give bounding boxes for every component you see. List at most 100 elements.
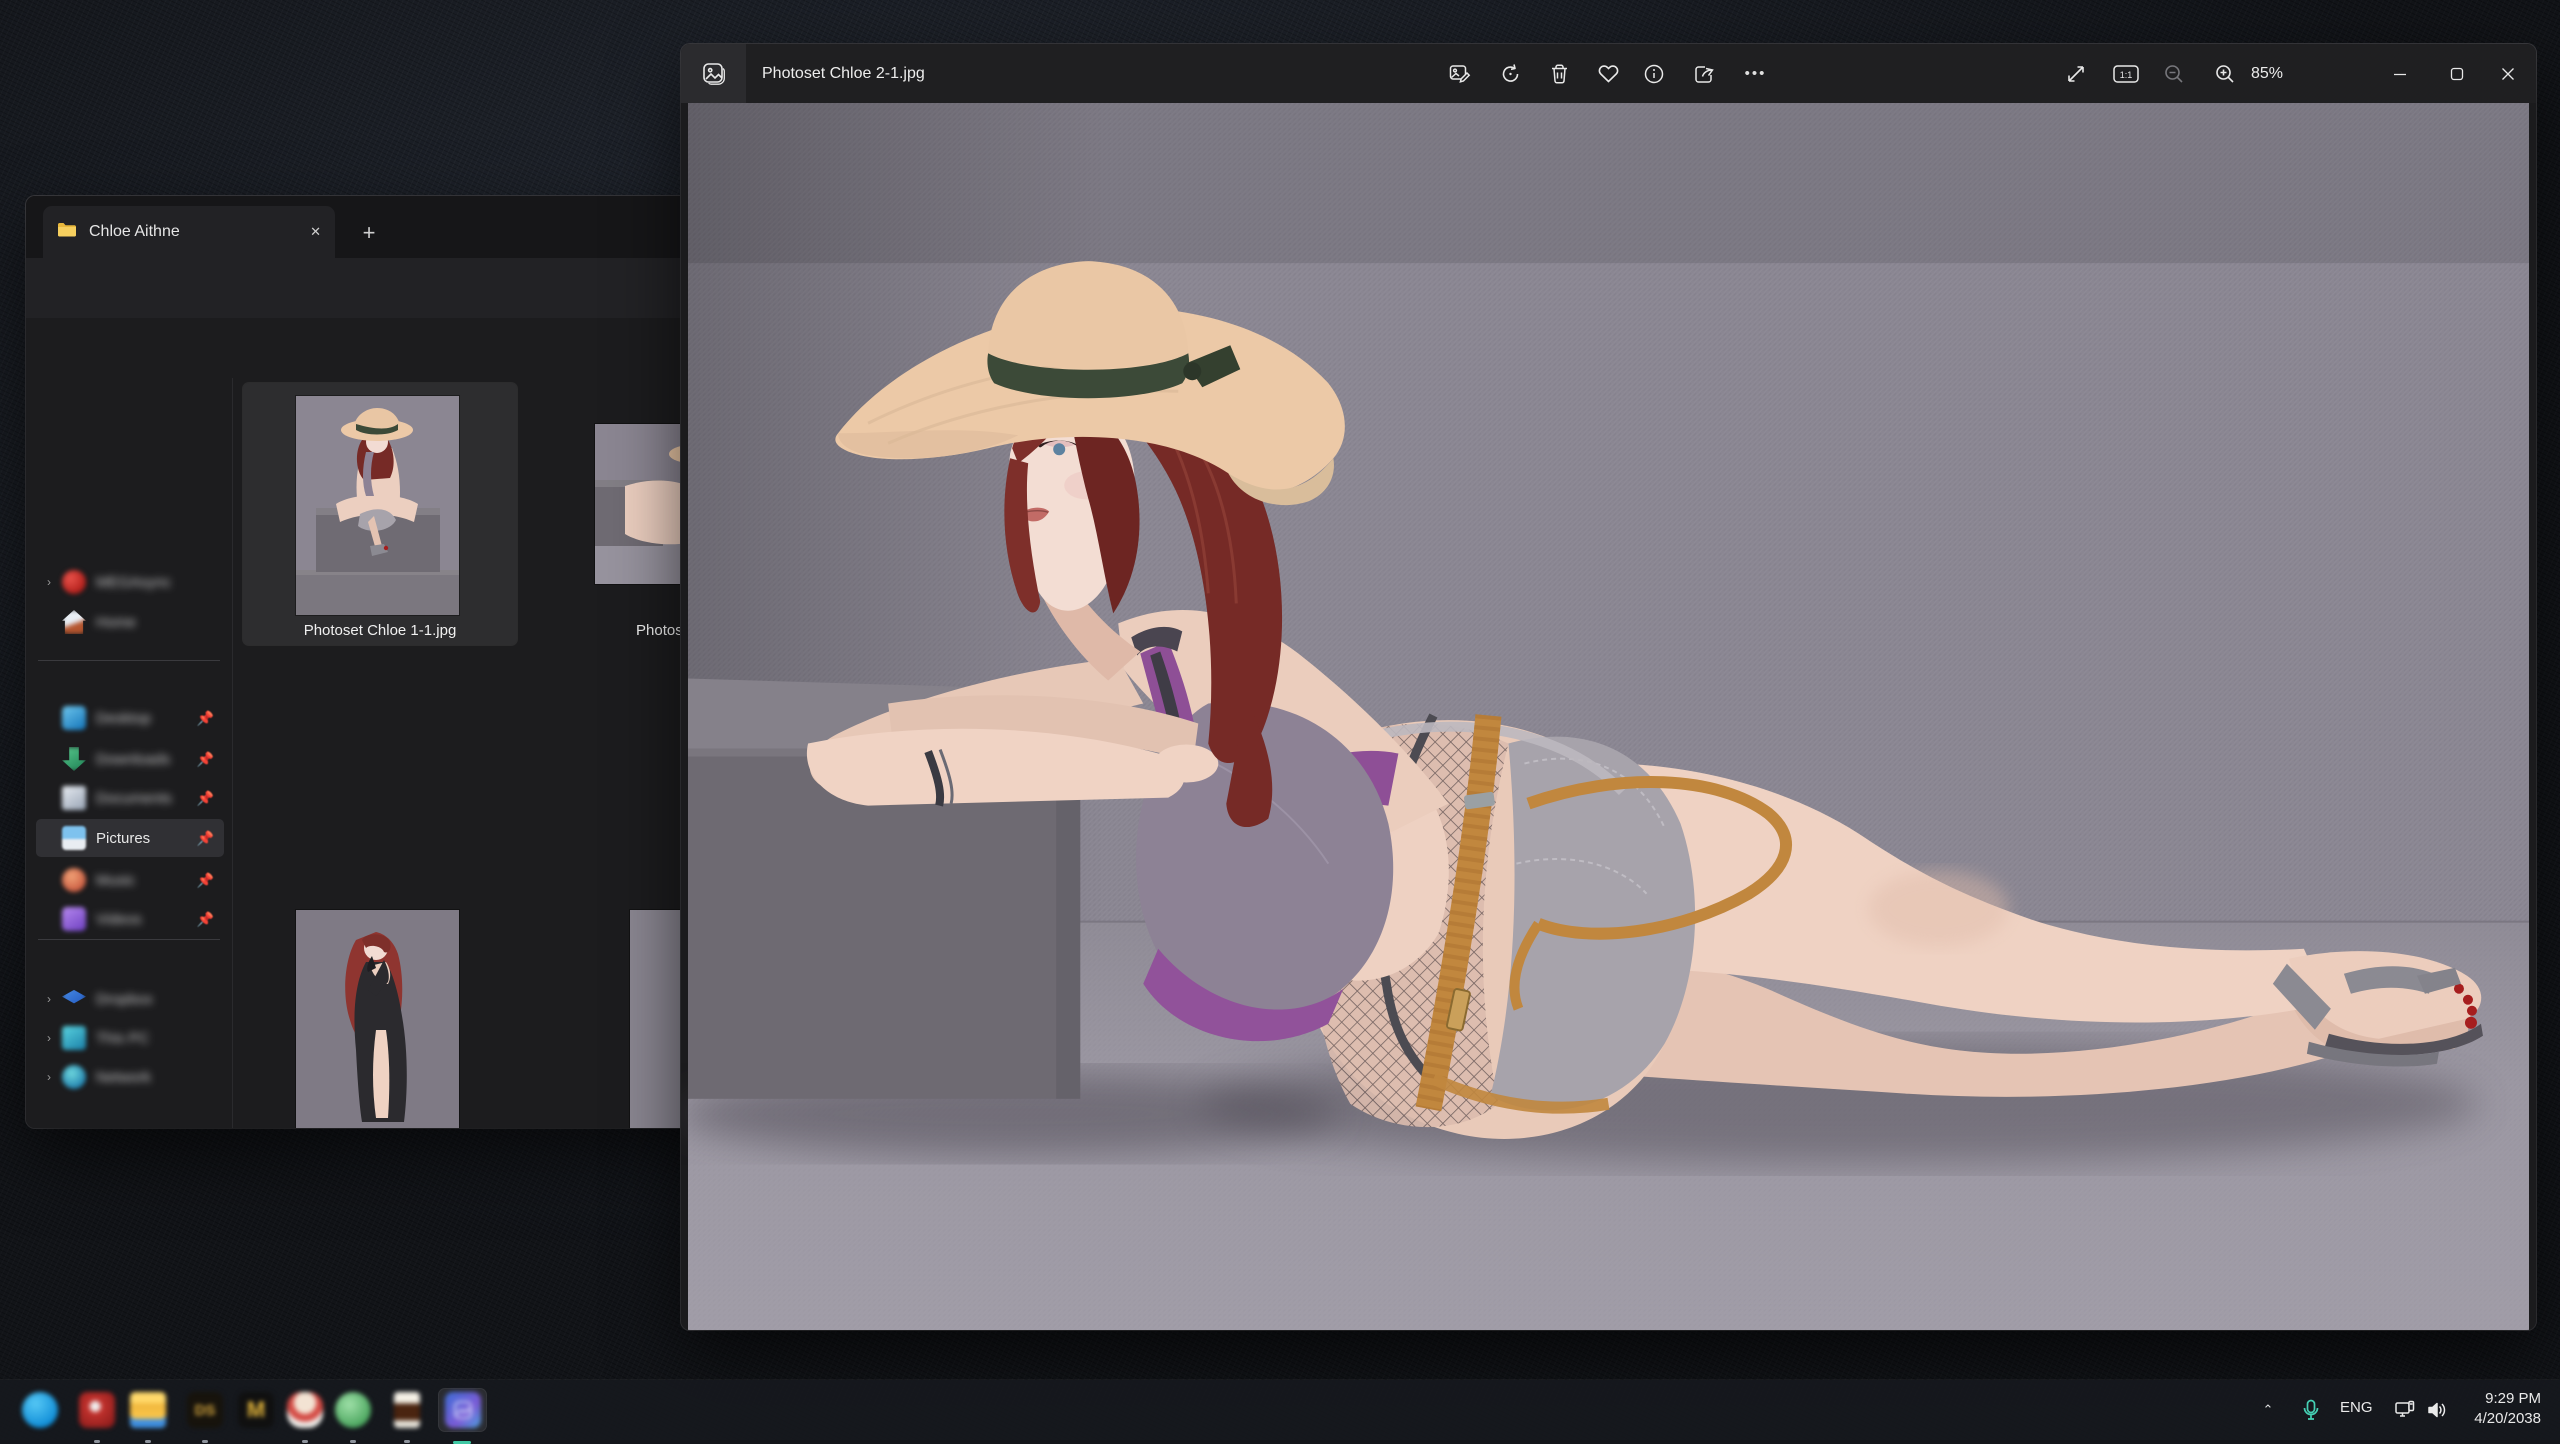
running-indicator	[404, 1440, 410, 1443]
tab-close-icon[interactable]: ✕	[310, 224, 321, 240]
taskbar-app-green[interactable]	[331, 1388, 375, 1432]
fullscreen-icon[interactable]	[2053, 51, 2098, 96]
sidebar-item-videos[interactable]: Videos 📌	[36, 900, 224, 938]
network-icon[interactable]	[2388, 1394, 2422, 1426]
favorite-icon[interactable]	[1586, 51, 1631, 96]
taskbar-app-ds[interactable]: DS	[183, 1388, 227, 1432]
home-icon	[62, 610, 86, 634]
app-red-icon	[79, 1392, 115, 1428]
sidebar-item-home[interactable]: Home	[36, 603, 224, 641]
sidebar-item-downloads[interactable]: Downloads 📌	[36, 740, 224, 778]
taskbar-start-button[interactable]	[18, 1388, 62, 1432]
megasync-icon	[62, 570, 86, 594]
sidebar-item-megasync[interactable]: › MEGAsync	[36, 563, 224, 601]
new-tab-button[interactable]: +	[352, 218, 386, 248]
share-icon[interactable]	[1682, 51, 1727, 96]
minimize-button[interactable]	[2371, 44, 2428, 103]
time: 9:29 PM	[2455, 1389, 2541, 1409]
sidebar-item-dropbox[interactable]: › Dropbox	[36, 980, 224, 1018]
explorer-sidebar: › MEGAsync Home Desktop 📌 Downloads 📌	[26, 378, 232, 1128]
taskbar-photos-active[interactable]	[438, 1388, 487, 1432]
videos-icon	[62, 907, 86, 931]
photos-app-icon[interactable]	[681, 44, 746, 103]
file-thumbnail[interactable]	[296, 910, 459, 1128]
taskbar-app-beer[interactable]	[385, 1388, 429, 1432]
sidebar-item-music[interactable]: Music 📌	[36, 861, 224, 899]
clock[interactable]: 9:29 PM 4/20/2038	[2455, 1389, 2541, 1429]
this-pc-icon	[62, 1026, 86, 1050]
taskbar: DS M ⌃ ENG 9:29 PM 4/20/2038	[0, 1380, 2560, 1440]
hidden-icons-chevron[interactable]: ⌃	[2252, 1394, 2284, 1426]
sidebar-divider-rail	[232, 378, 233, 1128]
pin-icon: 📌	[197, 830, 214, 847]
app-m-icon: M	[238, 1392, 274, 1428]
more-icon[interactable]: •••	[1733, 51, 1778, 96]
desktop-icon	[62, 706, 86, 730]
sidebar-item-this-pc[interactable]: › This PC	[36, 1019, 224, 1057]
file-name: Photoset Chloe 1-1.jpg	[243, 622, 517, 639]
taskbar-app-mascot[interactable]	[283, 1388, 327, 1432]
delete-icon[interactable]	[1537, 51, 1582, 96]
file-tile-photoset-chloe-1-1[interactable]: Photoset Chloe 1-1.jpg	[243, 383, 517, 645]
actual-size-icon[interactable]: 1:1	[2103, 51, 2148, 96]
pin-icon: 📌	[197, 751, 214, 768]
running-indicator	[350, 1440, 356, 1443]
running-indicator	[145, 1440, 151, 1443]
network-icon	[62, 1065, 86, 1089]
sidebar-divider	[38, 660, 220, 661]
photos-title-bar: Photoset Chloe 2-1.jpg ••• 1:1	[681, 44, 2536, 103]
running-indicator	[302, 1440, 308, 1443]
pin-icon: 📌	[197, 790, 214, 807]
tab-title: Chloe Aithne	[89, 223, 298, 241]
music-icon	[62, 868, 86, 892]
sidebar-item-documents[interactable]: Documents 📌	[36, 779, 224, 817]
running-indicator	[202, 1440, 208, 1443]
microphone-icon[interactable]	[2294, 1394, 2328, 1426]
folder-icon	[57, 222, 77, 243]
zoom-level: 85%	[2251, 44, 2283, 103]
expand-icon[interactable]: ›	[36, 1070, 62, 1084]
pin-icon: 📌	[197, 710, 214, 727]
maximize-button[interactable]	[2428, 44, 2485, 103]
file-thumbnail[interactable]	[296, 396, 459, 615]
pin-icon: 📌	[197, 872, 214, 889]
viewer-image	[688, 103, 2529, 1330]
start-icon	[22, 1392, 58, 1428]
running-indicator	[94, 1440, 100, 1443]
rotate-icon[interactable]	[1488, 51, 1533, 96]
file-tile-photoset-chloe-4-2[interactable]: Photoset Chloe 4-2.jpg	[243, 641, 517, 903]
taskbar-app-m[interactable]: M	[234, 1388, 278, 1432]
sidebar-item-pictures[interactable]: Pictures 📌	[36, 819, 224, 857]
downloads-icon	[62, 747, 86, 771]
pin-icon: 📌	[197, 911, 214, 928]
app-beer-icon	[394, 1392, 420, 1428]
close-button[interactable]	[2479, 44, 2536, 103]
photos-window: Photoset Chloe 2-1.jpg ••• 1:1	[681, 44, 2536, 1330]
taskbar-file-explorer[interactable]	[126, 1388, 170, 1432]
file-explorer-icon	[130, 1392, 166, 1428]
sidebar-item-network[interactable]: › Network	[36, 1058, 224, 1096]
expand-icon[interactable]: ›	[36, 992, 62, 1006]
volume-icon[interactable]	[2420, 1394, 2454, 1426]
zoom-in-icon[interactable]	[2202, 51, 2247, 96]
language-indicator[interactable]: ENG	[2340, 1399, 2373, 1416]
expand-icon[interactable]: ›	[36, 575, 62, 589]
sidebar-item-desktop[interactable]: Desktop 📌	[36, 699, 224, 737]
photos-title: Photoset Chloe 2-1.jpg	[762, 44, 925, 103]
date: 4/20/2038	[2455, 1409, 2541, 1429]
actual-size-label: 1:1	[2119, 70, 2132, 80]
dropbox-icon	[62, 987, 86, 1011]
expand-icon[interactable]: ›	[36, 1031, 62, 1045]
info-icon[interactable]	[1631, 51, 1676, 96]
documents-icon	[62, 786, 86, 810]
taskbar-app-red[interactable]	[75, 1388, 119, 1432]
app-mascot-icon	[287, 1392, 323, 1428]
explorer-tab-chloe-aithne[interactable]: Chloe Aithne ✕	[43, 206, 335, 258]
sidebar-divider	[38, 939, 220, 940]
pictures-icon	[62, 826, 86, 850]
edit-image-icon[interactable]	[1437, 51, 1482, 96]
photos-app-icon	[445, 1392, 481, 1428]
zoom-out-icon[interactable]	[2151, 51, 2196, 96]
app-green-icon	[335, 1392, 371, 1428]
app-ds-icon: DS	[187, 1392, 223, 1428]
